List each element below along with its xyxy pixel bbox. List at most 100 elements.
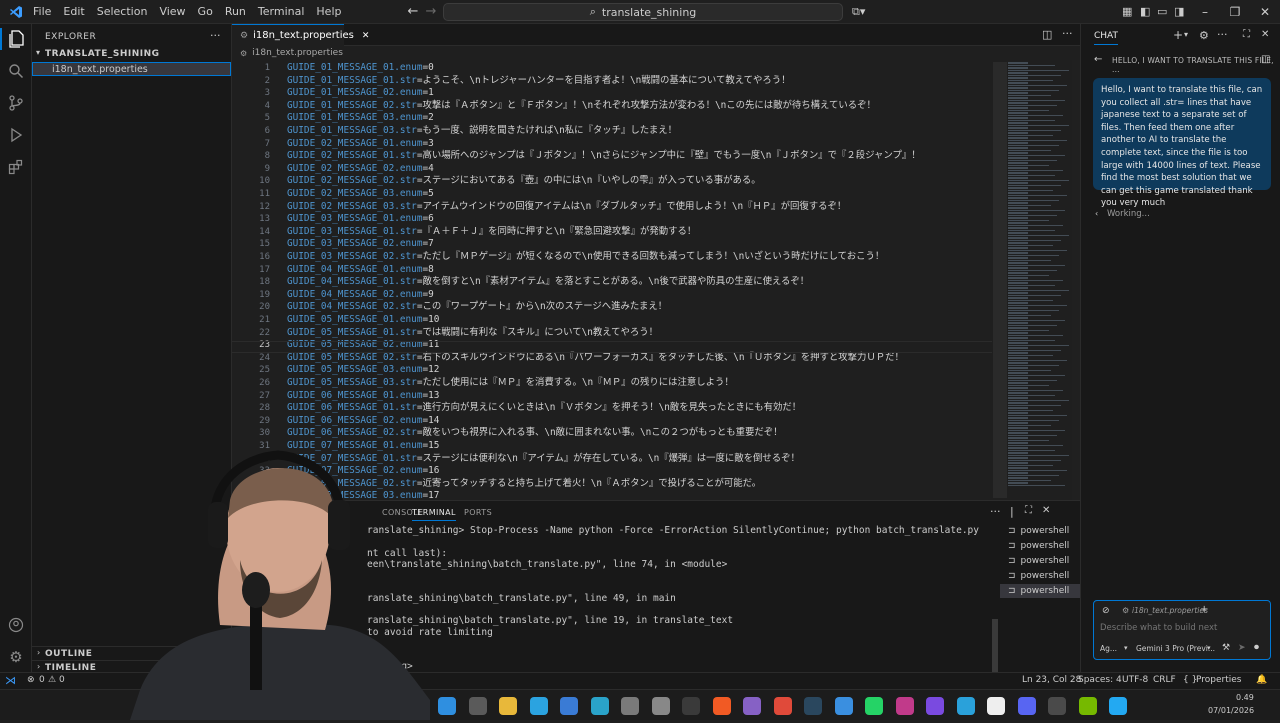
toggle-secondary-sidebar-icon[interactable]: ◨ — [1174, 5, 1184, 18]
code-line[interactable]: 27 GUIDE_06_MESSAGE_01.enum=13 — [232, 390, 992, 403]
terminal-instance[interactable]: ⊐ powershell — [1000, 539, 1080, 553]
attach-icon[interactable]: ⊘ — [1102, 606, 1110, 616]
explorer-icon[interactable] — [0, 28, 32, 50]
panel-minimize-icon[interactable]: | — [1010, 505, 1014, 518]
cursor-position[interactable]: Ln 23, Col 28 — [1022, 675, 1081, 685]
code-line[interactable]: 5 GUIDE_01_MESSAGE_03.enum=2 — [232, 112, 992, 125]
code-line[interactable]: 29 GUIDE_06_MESSAGE_02.enum=14 — [232, 415, 992, 428]
breadcrumb-file[interactable]: i18n_text.properties — [252, 48, 343, 58]
chat-more-icon[interactable]: ··· — [1217, 28, 1228, 41]
tab-i18n-text[interactable]: ⚙ i18n_text.properties ✕ — [232, 24, 369, 46]
line-ending[interactable]: CRLF — [1153, 675, 1176, 685]
code-line[interactable]: 19 GUIDE_04_MESSAGE_02.enum=9 — [232, 289, 992, 302]
clock-app-icon[interactable] — [1048, 697, 1066, 715]
github-icon[interactable] — [987, 697, 1005, 715]
search-taskbar-icon[interactable] — [468, 697, 487, 715]
split-editor-icon[interactable]: ◫ — [1042, 28, 1052, 41]
editor-more-icon[interactable]: ··· — [1062, 27, 1073, 40]
close-chat-icon[interactable]: ✕ — [1261, 29, 1269, 40]
telegram-icon[interactable] — [956, 697, 975, 715]
menu-run[interactable]: Run — [219, 0, 252, 24]
purple-app-icon[interactable] — [926, 697, 944, 715]
error-icon[interactable]: ⊗ — [27, 675, 35, 685]
layout-customize-icon[interactable]: ▦ — [1122, 5, 1132, 18]
edge-icon[interactable] — [529, 697, 548, 715]
clock-date[interactable]: 07/01/2026 — [1208, 706, 1254, 715]
forward-arrow-icon[interactable]: → — [420, 4, 442, 19]
code-line[interactable]: 3 GUIDE_01_MESSAGE_02.enum=1 — [232, 87, 992, 100]
terminal-instance[interactable]: ⊐ powershell — [1000, 569, 1080, 583]
copilot-icon[interactable]: ⧉▾ — [852, 5, 865, 19]
pink-app-icon[interactable] — [895, 697, 914, 715]
settings-gear-icon[interactable]: ⚙ — [5, 646, 27, 668]
code-line[interactable]: 9 GUIDE_02_MESSAGE_02.enum=4 — [232, 163, 992, 176]
remote-icon[interactable]: ⋊ — [5, 674, 16, 687]
more-actions-icon[interactable]: ··· — [210, 29, 221, 42]
file-explorer-icon[interactable] — [499, 697, 517, 715]
settings-app-icon[interactable] — [621, 697, 639, 715]
minimize-icon[interactable]: – — [1190, 0, 1220, 24]
steam-icon[interactable] — [804, 697, 822, 715]
agent-mode-select[interactable]: Ag... — [1100, 644, 1117, 653]
notifications-icon[interactable]: 🔔 — [1256, 675, 1267, 685]
panel-more-icon[interactable]: ··· — [990, 505, 1001, 518]
tools-icon[interactable]: ⚒ — [1222, 643, 1230, 653]
conversation-panel-icon[interactable]: ◫ — [1261, 54, 1270, 65]
menu-help[interactable]: Help — [310, 0, 347, 24]
nvidia-icon[interactable] — [1078, 697, 1097, 715]
minimap[interactable] — [1006, 60, 1072, 500]
close-tab-icon[interactable]: ✕ — [362, 31, 370, 41]
whatsapp-icon[interactable] — [865, 697, 883, 715]
code-line[interactable]: 8 GUIDE_02_MESSAGE_01.str=高い場所へのジャンプは『Ｊボタ… — [232, 150, 992, 163]
chevron-down-icon[interactable]: ▾ — [1184, 30, 1188, 39]
code-line[interactable]: 28 GUIDE_06_MESSAGE_01.str=進行方向が見えにくいときは\… — [232, 402, 992, 415]
code-line[interactable]: 11 GUIDE_02_MESSAGE_03.enum=5 — [232, 188, 992, 201]
code-line[interactable]: 15 GUIDE_03_MESSAGE_02.enum=7 — [232, 238, 992, 251]
language-mode[interactable]: Properties — [1196, 675, 1241, 685]
add-context-icon[interactable]: + — [1200, 604, 1208, 615]
send-icon[interactable]: ➤ — [1238, 643, 1246, 653]
maximize-icon[interactable]: ❐ — [1220, 0, 1250, 24]
code-line[interactable]: 24 GUIDE_05_MESSAGE_02.str=右下のスキルウインドウにある… — [232, 352, 992, 365]
chat-input-field[interactable] — [1098, 621, 1266, 635]
stop-icon[interactable]: ⏺ — [1254, 642, 1259, 653]
editor-scrollbar[interactable] — [993, 60, 1007, 500]
context-file[interactable]: i18n_text.properties — [1132, 606, 1208, 615]
code-line[interactable]: 30 GUIDE_06_MESSAGE_02.str=敵をいつも視界に入れる事、\… — [232, 427, 992, 440]
tab-ports[interactable]: PORTS — [464, 508, 492, 517]
git-icon[interactable] — [773, 697, 792, 715]
command-center-search[interactable]: ⌕ translate_shining — [443, 3, 843, 21]
chat-input-box[interactable]: ⊘ ⚙ i18n_text.properties + Ag... ▾ Gemin… — [1093, 600, 1271, 660]
code-line[interactable]: 23 GUIDE_05_MESSAGE_02.enum=11 — [232, 339, 992, 352]
code-line[interactable]: 18 GUIDE_04_MESSAGE_01.str=敵を倒すと\n『素材アイテム… — [232, 276, 992, 289]
code-line[interactable]: 7 GUIDE_02_MESSAGE_01.enum=3 — [232, 138, 992, 151]
maximize-panel-icon[interactable]: ⛶ — [1025, 505, 1032, 516]
back-arrow-icon[interactable]: ← — [1094, 54, 1102, 65]
close-window-icon[interactable]: ✕ — [1250, 0, 1280, 24]
encoding[interactable]: UTF-8 — [1122, 675, 1148, 685]
terminal-scrollbar[interactable] — [992, 619, 998, 673]
file-item[interactable]: i18n_text.properties — [32, 62, 231, 76]
brave-icon[interactable] — [712, 697, 731, 715]
indentation[interactable]: Spaces: 4 — [1078, 675, 1122, 685]
terminal-app-icon[interactable] — [682, 697, 700, 715]
code-line[interactable]: 16 GUIDE_03_MESSAGE_02.str=ただし『ＭＰゲージ』が短くな… — [232, 251, 992, 264]
model-select[interactable]: Gemini 3 Pro (Previ... — [1136, 644, 1215, 653]
new-chat-icon[interactable]: + — [1173, 28, 1183, 42]
terminal-instance[interactable]: ⊐ powershell — [1000, 584, 1080, 598]
extensions-icon[interactable] — [5, 156, 27, 178]
code-line[interactable]: 4 GUIDE_01_MESSAGE_02.str=攻撃は『Ａボタン』と『Ｆボタン… — [232, 100, 992, 113]
menu-go[interactable]: Go — [192, 0, 219, 24]
code-line[interactable]: 1 GUIDE_01_MESSAGE_01.enum=0 — [232, 62, 992, 75]
code-editor[interactable]: 1 GUIDE_01_MESSAGE_01.enum=0 2 GUIDE_01_MES… — [232, 60, 992, 500]
scrollbar-thumb[interactable] — [993, 62, 1007, 498]
store-icon[interactable] — [560, 697, 578, 715]
terminal-instance[interactable]: ⊐ powershell — [1000, 554, 1080, 568]
account-icon[interactable] — [5, 614, 27, 636]
toggle-sidebar-icon[interactable]: ◧ — [1140, 5, 1150, 18]
search-view-icon[interactable] — [5, 60, 27, 82]
code-line[interactable]: 25 GUIDE_05_MESSAGE_03.enum=12 — [232, 364, 992, 377]
code-line[interactable]: 21 GUIDE_05_MESSAGE_01.enum=10 — [232, 314, 992, 327]
bug-icon[interactable] — [651, 697, 670, 715]
source-control-icon[interactable] — [5, 92, 27, 114]
